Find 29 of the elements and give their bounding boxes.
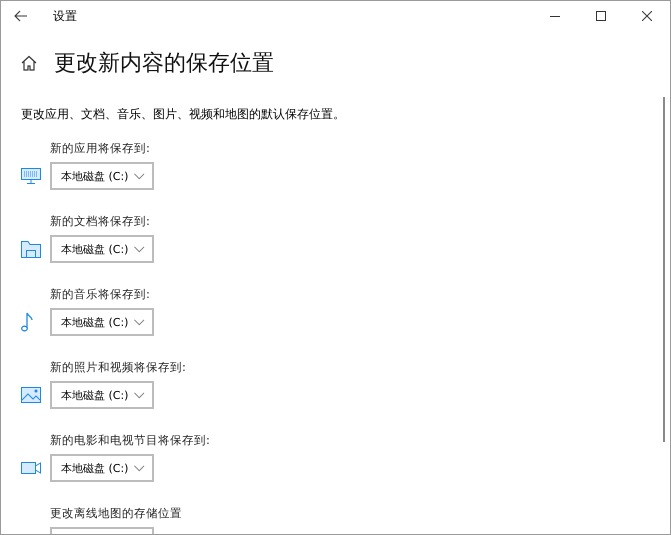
scrollbar[interactable] — [663, 97, 665, 442]
maximize-icon — [596, 11, 606, 21]
music-note-icon — [21, 312, 33, 332]
window-title: 设置 — [53, 8, 77, 24]
drive-dropdown[interactable]: 本地磁盘 (C:) — [50, 308, 154, 336]
setting-label: 新的音乐将保存到: — [50, 287, 151, 301]
chevron-down-icon — [134, 318, 145, 326]
picture-icon — [21, 387, 41, 403]
chevron-down-icon — [134, 246, 145, 252]
monitor-icon — [21, 168, 41, 184]
chevron-down-icon — [134, 392, 145, 398]
setting-label: 新的文档将保存到: — [50, 214, 151, 228]
drive-dropdown[interactable]: 本地磁盘 (C:) — [50, 381, 154, 409]
setting-label: 更改离线地图的存储位置 — [50, 506, 183, 520]
video-camera-icon — [21, 462, 41, 474]
drive-dropdown[interactable]: 本地磁盘 (C:) — [50, 235, 154, 263]
page-description: 更改应用、文档、音乐、图片、视频和地图的默认保存位置。 — [21, 106, 346, 122]
drive-dropdown[interactable]: 本地磁盘 (C:) — [50, 454, 154, 482]
back-arrow-icon — [14, 10, 28, 22]
page-title: 更改新内容的保存位置 — [54, 50, 274, 78]
drive-dropdown[interactable]: 本地磁盘 (C:) — [50, 162, 154, 190]
close-icon — [642, 11, 652, 21]
home-icon[interactable] — [21, 55, 37, 71]
setting-label: 新的电影和电视节目将保存到: — [50, 433, 211, 447]
chevron-down-icon — [134, 172, 145, 180]
setting-label: 新的照片和视频将保存到: — [50, 360, 187, 374]
folder-icon — [21, 240, 41, 258]
setting-label: 新的应用将保存到: — [50, 141, 151, 155]
chevron-down-icon — [134, 464, 145, 472]
